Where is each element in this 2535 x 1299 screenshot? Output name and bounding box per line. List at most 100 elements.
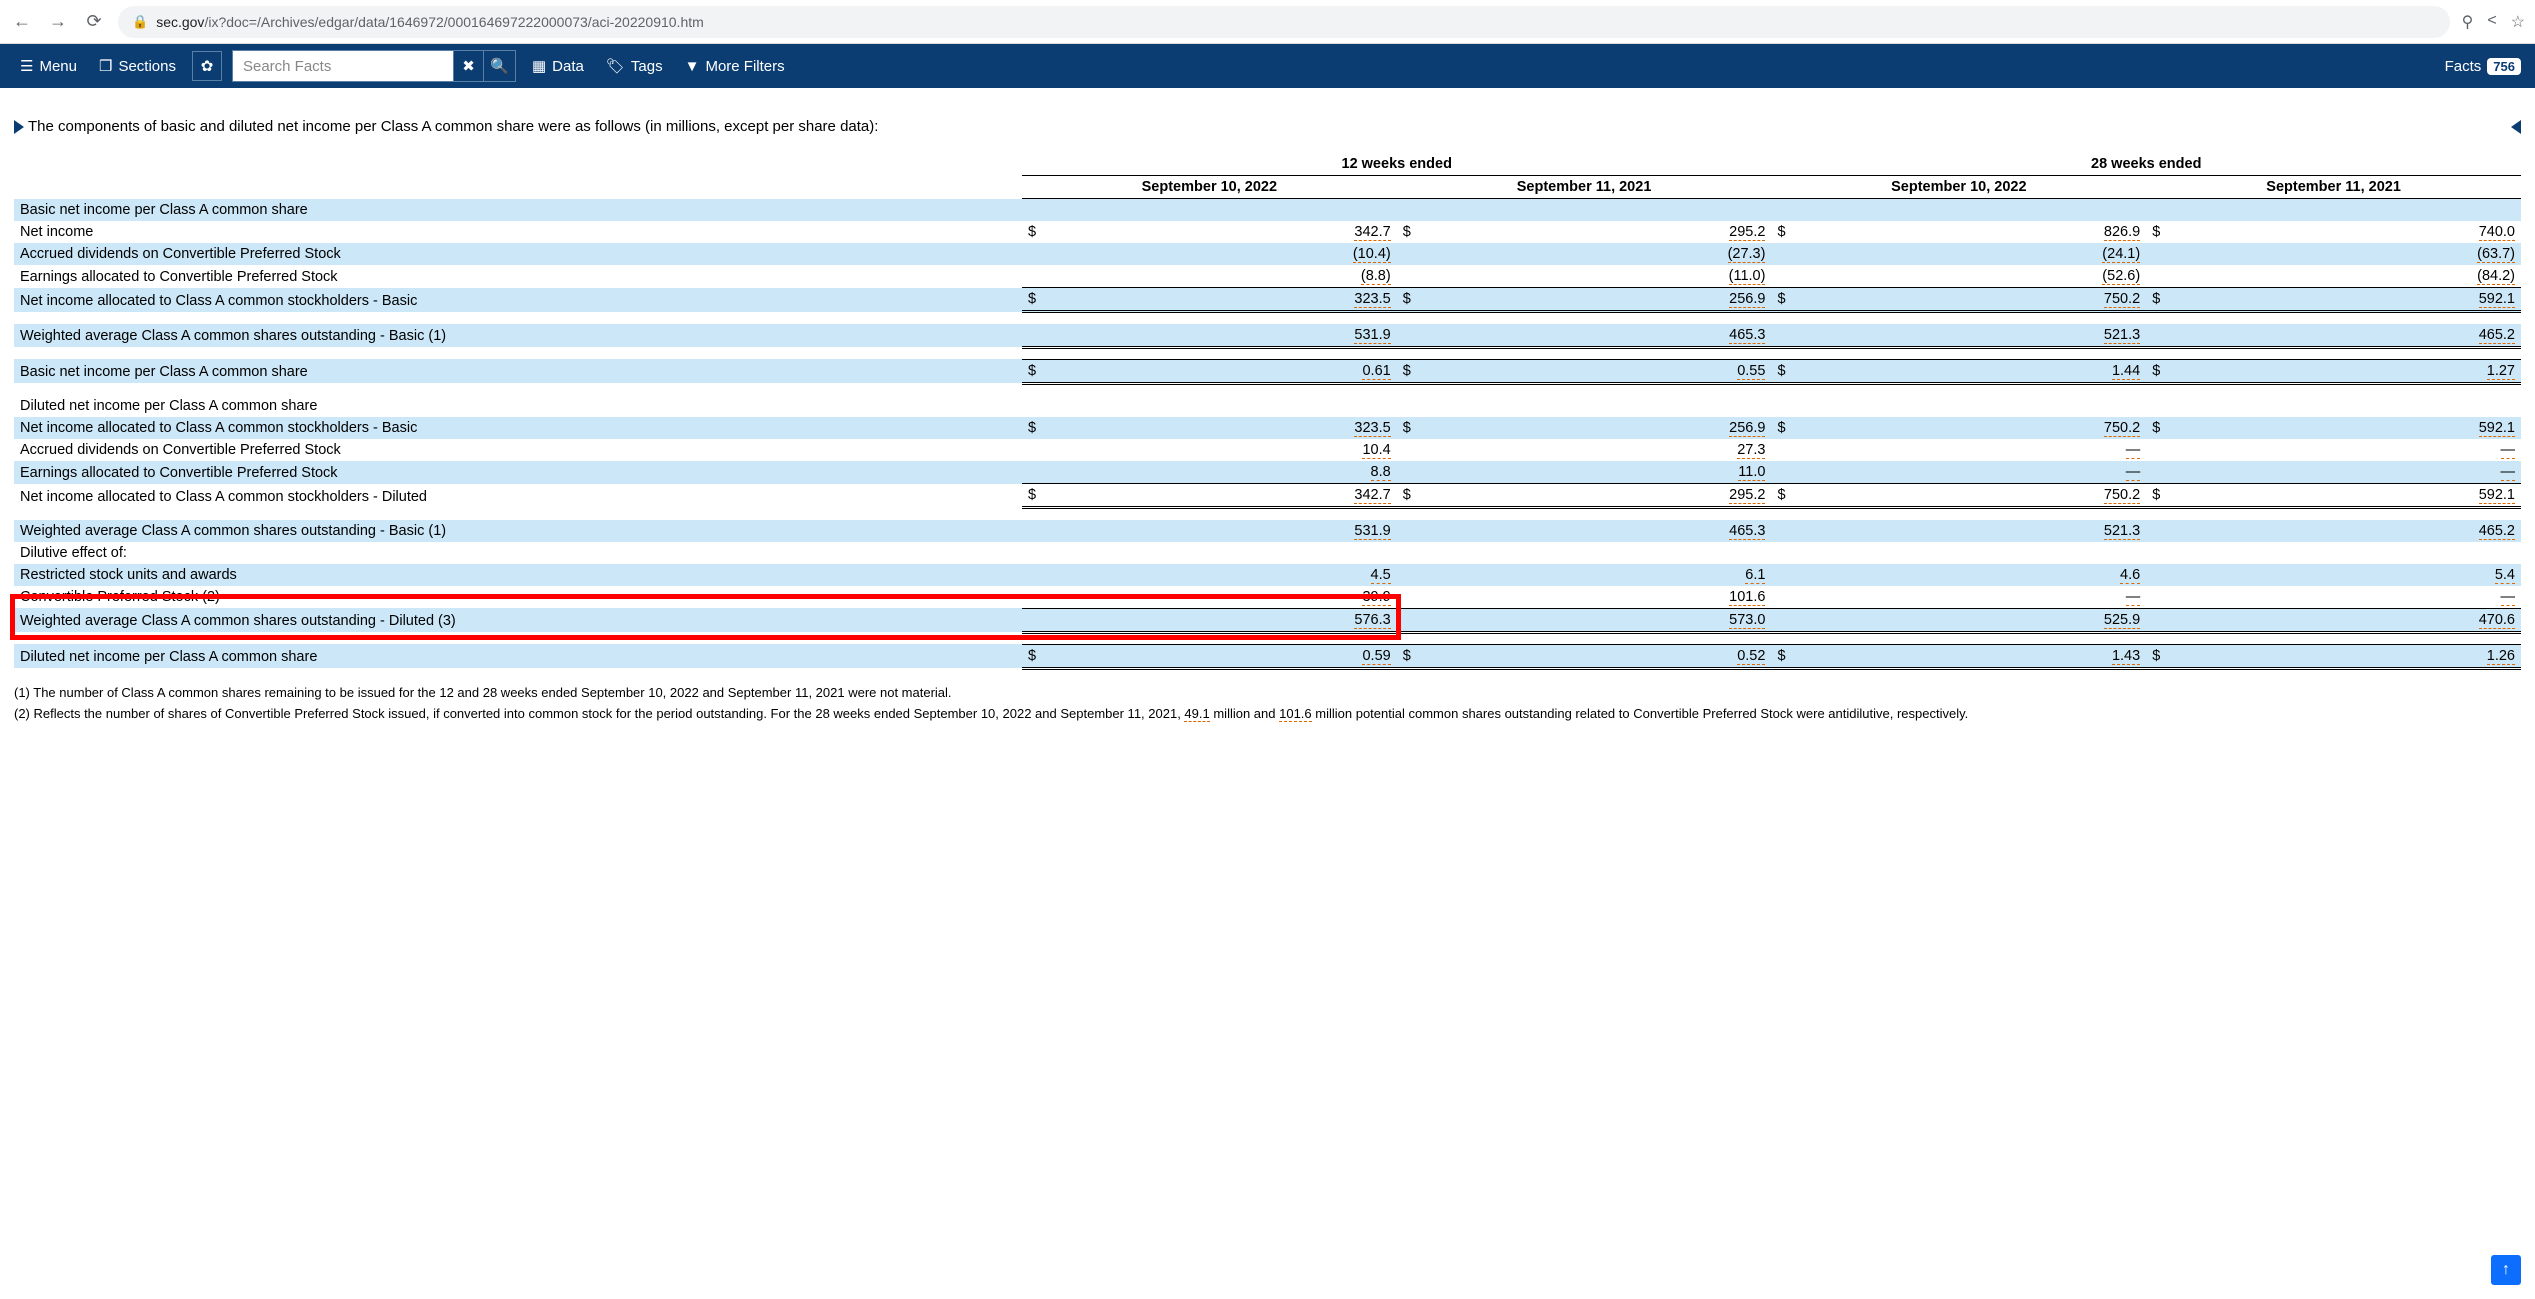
fact[interactable]: 0.61 [1362,363,1390,380]
reload-icon[interactable]: ⟳ [82,11,106,32]
fact[interactable]: 1.43 [2112,648,2140,665]
sections-button[interactable]: ❒Sections [93,53,182,79]
share-icon[interactable]: < [2487,12,2496,32]
fact[interactable]: (24.1) [2102,246,2140,263]
fact[interactable]: 525.9 [2104,612,2140,629]
url-bar[interactable]: 🔒 sec.gov/ix?doc=/Archives/edgar/data/16… [118,6,2450,38]
fact[interactable]: 521.3 [2104,327,2140,344]
fact[interactable]: 465.3 [1729,523,1765,540]
fact[interactable]: 740.0 [2479,224,2515,241]
fact[interactable]: 10.4 [1362,442,1390,459]
table-intro: The components of basic and diluted net … [28,118,2507,135]
fact[interactable]: 470.6 [2479,612,2515,629]
fact[interactable]: — [2501,442,2516,459]
fact[interactable]: 4.6 [2120,567,2140,584]
fact[interactable]: 465.3 [1729,327,1765,344]
star-icon[interactable]: ☆ [2511,12,2525,32]
table-icon: ▦ [532,57,546,75]
search-input[interactable] [233,58,453,75]
fact[interactable]: (52.6) [2102,268,2140,285]
fact[interactable]: 295.2 [1729,224,1765,241]
forward-icon[interactable]: → [46,11,70,32]
fact[interactable]: — [2126,442,2141,459]
fact[interactable]: 8.8 [1371,464,1391,481]
search-icon: 🔍 [490,57,509,75]
scroll-top-button[interactable]: ↑ [2491,1255,2521,1285]
fact[interactable]: 6.1 [1745,567,1765,584]
fact[interactable]: 0.55 [1737,363,1765,380]
fact[interactable]: 342.7 [1354,224,1390,241]
row-basic-header: Basic net income per Class A common shar… [14,199,2521,222]
fact[interactable]: 826.9 [2104,224,2140,241]
fact[interactable]: 531.9 [1354,327,1390,344]
fact[interactable]: — [2501,464,2516,481]
fact[interactable]: 592.1 [2479,420,2515,437]
more-filters-button[interactable]: ▼More Filters [679,54,791,79]
fact[interactable]: 1.27 [2487,363,2515,380]
url-text: sec.gov/ix?doc=/Archives/edgar/data/1646… [156,14,704,30]
data-button[interactable]: ▦Data [526,53,590,79]
fact[interactable]: 750.2 [2104,487,2140,504]
fact[interactable]: 295.2 [1729,487,1765,504]
tags-button[interactable]: 🏷Tags [600,53,669,79]
fact[interactable]: 323.5 [1354,420,1390,437]
fact[interactable]: (84.2) [2477,268,2515,285]
fact[interactable]: 750.2 [2104,420,2140,437]
search-clear-button[interactable]: ✖ [453,51,483,81]
fact[interactable]: (8.8) [1361,268,1391,285]
fact[interactable]: — [2126,464,2141,481]
fact[interactable]: 0.59 [1362,648,1390,665]
fact[interactable]: 0.52 [1737,648,1765,665]
fact[interactable]: (11.0) [1729,268,1766,285]
row-wavg-basic2: Weighted average Class A common shares o… [14,520,2521,542]
menu-button[interactable]: ☰Menu [14,53,83,79]
filter-icon: ▼ [685,58,700,75]
fact[interactable]: 39.9 [1362,589,1390,606]
fact[interactable]: 465.2 [2479,327,2515,344]
facts-counter[interactable]: Facts 756 [2445,58,2521,75]
fact[interactable]: 4.5 [1371,567,1391,584]
zoom-icon[interactable]: ⚲ [2462,12,2474,32]
next-fact-caret[interactable] [2511,120,2521,134]
search-submit-button[interactable]: 🔍 [483,51,515,81]
fact[interactable]: 49.1 [1184,706,1209,722]
fact[interactable]: 323.5 [1354,291,1390,308]
row-ni-basic2: Net income allocated to Class A common s… [14,417,2521,439]
clear-icon: ✖ [462,57,475,75]
fact[interactable]: 101.6 [1729,589,1765,606]
fact[interactable]: 256.9 [1729,291,1765,308]
prev-fact-caret[interactable] [14,120,24,134]
fact[interactable]: 5.4 [2495,567,2515,584]
fact[interactable]: 342.7 [1354,487,1390,504]
fact[interactable]: — [2126,589,2141,606]
fact[interactable]: 521.3 [2104,523,2140,540]
hamburger-icon: ☰ [20,57,33,75]
fact[interactable]: 576.3 [1354,612,1390,629]
fact[interactable]: 11.0 [1738,464,1765,481]
fact[interactable]: 1.26 [2487,648,2515,665]
document-content: The components of basic and diluted net … [0,88,2535,767]
search-facts: ✖ 🔍 [232,50,516,82]
row-accrued-div: Accrued dividends on Convertible Preferr… [14,243,2521,265]
fact[interactable]: (10.4) [1353,246,1391,263]
row-earn-alloc2: Earnings allocated to Convertible Prefer… [14,461,2521,484]
fact[interactable]: 592.1 [2479,291,2515,308]
fact[interactable]: 592.1 [2479,487,2515,504]
fact[interactable]: 750.2 [2104,291,2140,308]
eps-table: 12 weeks ended 28 weeks ended September … [14,153,2521,670]
fact[interactable]: 256.9 [1729,420,1765,437]
fact[interactable]: 573.0 [1729,612,1765,629]
period-header-row: 12 weeks ended 28 weeks ended [14,153,2521,176]
fact[interactable]: 27.3 [1737,442,1765,459]
fact[interactable]: (63.7) [2477,246,2515,263]
fact[interactable]: 531.9 [1354,523,1390,540]
fact[interactable]: 465.2 [2479,523,2515,540]
fact[interactable]: 1.44 [2112,363,2140,380]
back-icon[interactable]: ← [10,11,34,32]
settings-button[interactable]: ✿ [192,51,222,81]
fact[interactable]: 101.6 [1279,706,1312,722]
fact[interactable]: (27.3) [1728,246,1766,263]
row-diluted-eps: Diluted net income per Class A common sh… [14,644,2521,668]
fact[interactable]: — [2501,589,2516,606]
row-diluted-header: Diluted net income per Class A common sh… [14,395,2521,417]
